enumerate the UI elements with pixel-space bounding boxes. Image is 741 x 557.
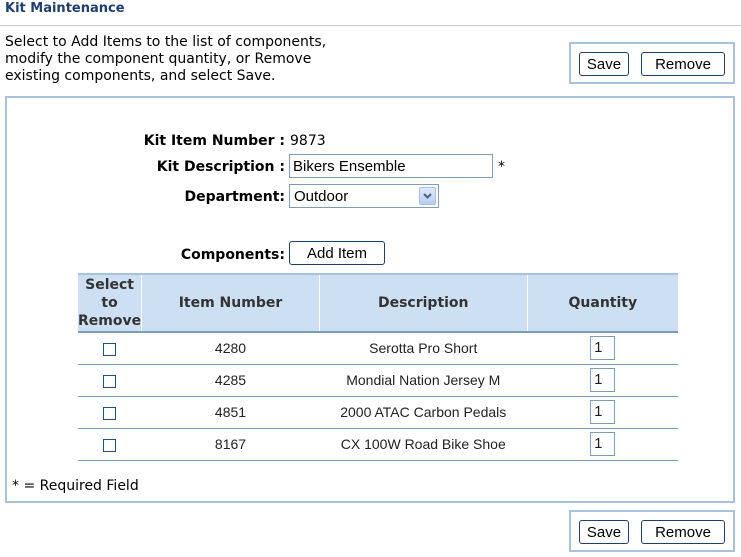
item-number-cell: 4280 bbox=[141, 332, 320, 365]
select-to-remove-checkbox[interactable] bbox=[103, 343, 117, 357]
page-title: Kit Maintenance bbox=[5, 1, 125, 16]
instructions-text: Select to Add Items to the list of compo… bbox=[5, 34, 327, 84]
kit-item-number-value: 9873 bbox=[290, 133, 326, 149]
description-cell: 2000 ATAC Carbon Pedals bbox=[319, 396, 528, 429]
chevron-down-icon[interactable] bbox=[419, 187, 436, 205]
description-cell: CX 100W Road Bike Shoe bbox=[319, 428, 528, 461]
remove-button[interactable]: Remove bbox=[641, 52, 725, 76]
department-selected-value: Outdoor bbox=[294, 188, 349, 205]
add-item-button[interactable]: Add Item bbox=[289, 241, 385, 265]
quantity-input[interactable]: 1 bbox=[590, 368, 616, 392]
select-to-remove-checkbox[interactable] bbox=[103, 406, 117, 420]
required-field-note: * = Required Field bbox=[12, 478, 139, 494]
required-marker: * bbox=[498, 159, 505, 175]
kit-item-number-label: Kit Item Number : bbox=[143, 133, 285, 149]
save-button[interactable]: Save bbox=[579, 520, 629, 544]
table-row: 4285 Mondial Nation Jersey M 1 bbox=[78, 364, 678, 397]
bottom-action-group: Save Remove bbox=[569, 510, 735, 552]
column-header-quantity: Quantity bbox=[526, 273, 678, 333]
column-header-item-number: Item Number bbox=[141, 273, 320, 333]
item-number-cell: 4851 bbox=[141, 396, 320, 429]
description-cell: Mondial Nation Jersey M bbox=[319, 364, 528, 397]
select-to-remove-checkbox[interactable] bbox=[103, 374, 117, 388]
components-label: Components: bbox=[180, 247, 285, 263]
table-row: 4851 2000 ATAC Carbon Pedals 1 bbox=[78, 396, 678, 429]
table-row: 8167 CX 100W Road Bike Shoe 1 bbox=[78, 428, 678, 461]
column-header-description: Description bbox=[318, 273, 528, 333]
save-button[interactable]: Save bbox=[579, 52, 629, 76]
description-cell: Serotta Pro Short bbox=[319, 332, 528, 365]
item-number-cell: 4285 bbox=[141, 364, 320, 397]
department-label: Department: bbox=[184, 189, 285, 205]
quantity-input[interactable]: 1 bbox=[590, 400, 616, 424]
select-to-remove-checkbox[interactable] bbox=[103, 438, 117, 452]
table-row: 4280 Serotta Pro Short 1 bbox=[78, 332, 678, 365]
components-table: Select to Remove Item Number Description… bbox=[78, 273, 678, 461]
quantity-input[interactable]: 1 bbox=[590, 336, 616, 361]
department-select[interactable]: Outdoor bbox=[289, 184, 439, 208]
column-header-select: Select to Remove bbox=[78, 273, 142, 333]
remove-button[interactable]: Remove bbox=[641, 520, 725, 544]
quantity-input[interactable]: 1 bbox=[590, 432, 616, 456]
kit-description-label: Kit Description : bbox=[156, 159, 285, 175]
top-action-group: Save Remove bbox=[569, 42, 735, 84]
title-divider bbox=[0, 25, 741, 26]
kit-form-panel: Kit Item Number : 9873 Kit Description :… bbox=[5, 96, 735, 503]
kit-description-input[interactable] bbox=[289, 154, 493, 178]
item-number-cell: 8167 bbox=[141, 428, 320, 461]
